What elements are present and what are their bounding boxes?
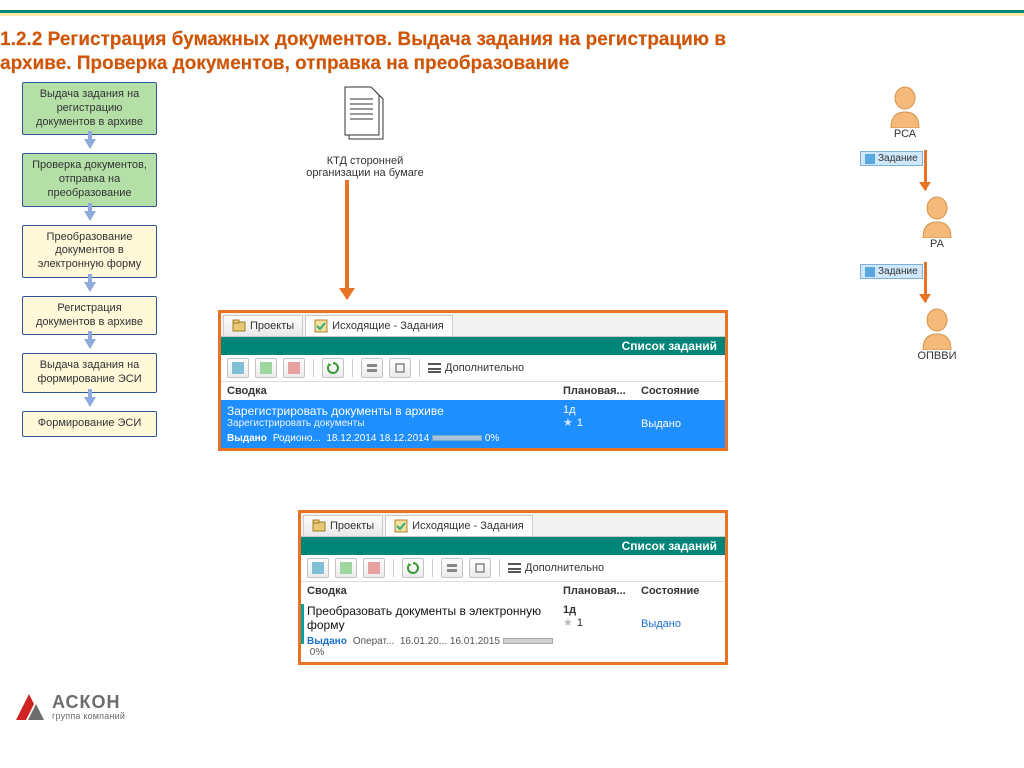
toolbar-refresh[interactable]: [322, 358, 344, 378]
paper-documents-caption: КТД сторонней организации на бумаге: [305, 155, 425, 179]
toolbar-more[interactable]: Дополнительно: [428, 362, 524, 374]
arrow-down-icon: [924, 262, 927, 302]
flow-step-2: Проверка документов, отправка на преобра…: [22, 153, 157, 206]
flow-step-3: Преобразование документов в электронную …: [22, 225, 157, 278]
tab-outgoing-tasks[interactable]: Исходящие - Задания: [385, 515, 533, 536]
toolbar-button-3[interactable]: [363, 558, 385, 578]
page-title: 1.2.2 Регистрация бумажных документов. В…: [0, 28, 800, 76]
actor-rsa: РСА: [875, 86, 935, 140]
flow-step-5: Выдача задания на формирование ЭСИ: [22, 353, 157, 393]
flow-step-4: Регистрация документов в архиве: [22, 296, 157, 336]
paper-documents-icon: КТД сторонней организации на бумаге: [305, 85, 425, 179]
arrow-down-icon: [345, 180, 349, 298]
toolbar-button-5[interactable]: [441, 558, 463, 578]
toolbar-button-5[interactable]: [361, 358, 383, 378]
flow-step-1: Выдача задания на регистрацию документов…: [22, 82, 157, 135]
arrow-down-icon: [84, 397, 96, 407]
toolbar-button-1[interactable]: [227, 358, 249, 378]
toolbar: Дополнительно: [221, 355, 725, 382]
column-headers: Сводка Плановая... Состояние: [221, 382, 725, 400]
task-tag: Задание: [860, 151, 923, 166]
ascon-logo: АСКОН группа компаний: [14, 692, 125, 722]
task-row-selected[interactable]: Зарегистрировать документы в архиве Заре…: [221, 400, 725, 448]
flow-step-6: Формирование ЭСИ: [22, 411, 157, 437]
arrow-down-icon: [84, 282, 96, 292]
state-link[interactable]: Выдано: [641, 618, 681, 630]
task-tag-icon: [865, 267, 875, 277]
task-panel-register: Проекты Исходящие - Задания Список задан…: [218, 310, 728, 451]
actor-opvvi: ОПВВИ: [907, 308, 967, 362]
task-tag: Задание: [860, 264, 923, 279]
tasks-icon: [394, 519, 408, 533]
logo-mark-icon: [14, 692, 46, 722]
toolbar-button-2[interactable]: [255, 358, 277, 378]
row-marker-icon: [301, 604, 304, 644]
toolbar-button-6[interactable]: [469, 558, 491, 578]
task-row[interactable]: Преобразовать документы в электронную фо…: [301, 600, 725, 662]
projects-icon: [232, 319, 246, 333]
arrow-down-icon: [84, 339, 96, 349]
projects-icon: [312, 519, 326, 533]
toolbar-button-6[interactable]: [389, 358, 411, 378]
arrow-down-icon: [924, 150, 927, 190]
toolbar-refresh[interactable]: [402, 558, 424, 578]
toolbar-button-3[interactable]: [283, 358, 305, 378]
hamburger-icon: [428, 363, 441, 373]
toolbar-button-1[interactable]: [307, 558, 329, 578]
tab-outgoing-tasks-label: Исходящие - Задания: [332, 320, 444, 332]
list-title: Список заданий: [301, 537, 725, 555]
tasks-icon: [314, 319, 328, 333]
arrow-down-icon: [84, 211, 96, 221]
star-icon: ★: [563, 417, 573, 429]
tab-projects[interactable]: Проекты: [303, 515, 383, 536]
toolbar-more[interactable]: Дополнительно: [508, 562, 604, 574]
star-icon: ★: [563, 617, 573, 629]
hamburger-icon: [508, 563, 521, 573]
tab-outgoing-tasks[interactable]: Исходящие - Задания: [305, 315, 453, 336]
task-tag-icon: [865, 154, 875, 164]
process-flow: Выдача задания на регистрацию документов…: [22, 82, 157, 437]
toolbar-button-2[interactable]: [335, 558, 357, 578]
task-panel-convert: Проекты Исходящие - Задания Список задан…: [298, 510, 728, 665]
list-title: Список заданий: [221, 337, 725, 355]
tab-projects-label: Проекты: [250, 320, 294, 332]
actor-ra: РА: [907, 196, 967, 250]
tab-projects[interactable]: Проекты: [223, 315, 303, 336]
arrow-down-icon: [84, 139, 96, 149]
